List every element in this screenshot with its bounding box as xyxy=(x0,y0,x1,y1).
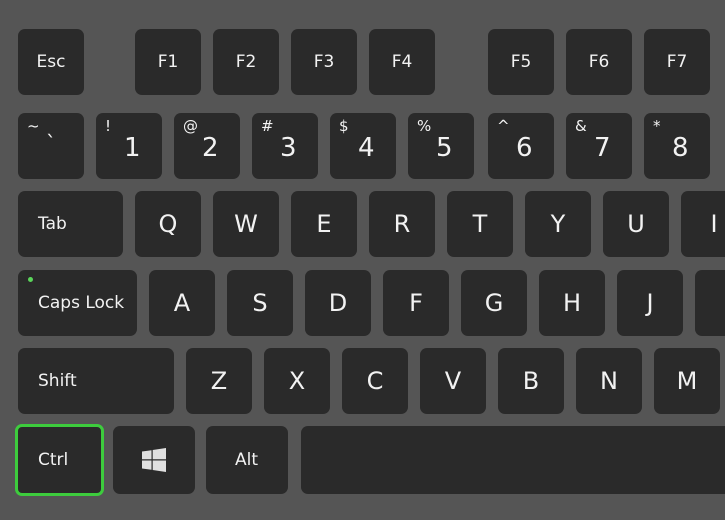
key-x[interactable]: X xyxy=(264,348,330,414)
key-windows[interactable] xyxy=(113,426,195,494)
key-alt[interactable]: Alt xyxy=(206,426,288,494)
key-6[interactable]: ^ 6 xyxy=(488,113,554,179)
key-2[interactable]: @2 xyxy=(174,113,240,179)
key-f2[interactable]: F2 xyxy=(213,29,279,95)
key-n[interactable]: N xyxy=(576,348,642,414)
key-h[interactable]: H xyxy=(539,270,605,336)
key-3[interactable]: #3 xyxy=(252,113,318,179)
key-main-symbol: ` xyxy=(46,131,56,155)
key-main-symbol: 5 xyxy=(436,133,453,163)
key-shift-symbol: $ xyxy=(339,117,349,135)
key-f4[interactable]: F4 xyxy=(369,29,435,95)
key-f6[interactable]: F6 xyxy=(566,29,632,95)
windows-logo-icon xyxy=(142,448,166,472)
key-tab[interactable]: Tab xyxy=(18,191,123,257)
key-label: Caps Lock xyxy=(38,293,125,313)
key-v[interactable]: V xyxy=(420,348,486,414)
key-8[interactable]: * 8 xyxy=(644,113,710,179)
key-w[interactable]: W xyxy=(213,191,279,257)
key-shift-symbol: @ xyxy=(183,117,198,135)
key-j[interactable]: J xyxy=(617,270,683,336)
key-t[interactable]: T xyxy=(447,191,513,257)
key-main-symbol: 1 xyxy=(124,133,141,163)
key-esc[interactable]: Esc xyxy=(18,29,84,95)
key-f5[interactable]: F5 xyxy=(488,29,554,95)
key-q[interactable]: Q xyxy=(135,191,201,257)
key-main-symbol: 4 xyxy=(358,133,375,163)
key-5[interactable]: % 5 xyxy=(408,113,474,179)
key-main-symbol: 2 xyxy=(202,133,219,163)
key-shift-symbol: ! xyxy=(105,117,112,135)
key-a[interactable]: A xyxy=(149,270,215,336)
key-s[interactable]: S xyxy=(227,270,293,336)
key-shift-symbol: ^ xyxy=(497,117,510,135)
key-i[interactable]: I xyxy=(681,191,725,257)
key-d[interactable]: D xyxy=(305,270,371,336)
key-y[interactable]: Y xyxy=(525,191,591,257)
key-4[interactable]: $4 xyxy=(330,113,396,179)
key-backtick[interactable]: ~ ` xyxy=(18,113,84,179)
key-main-symbol: 8 xyxy=(672,133,689,163)
key-f7[interactable]: F7 xyxy=(644,29,710,95)
key-space[interactable] xyxy=(301,426,725,494)
key-main-symbol: 7 xyxy=(594,133,611,163)
key-shift-symbol: # xyxy=(261,117,274,135)
key-1[interactable]: ! 1 xyxy=(96,113,162,179)
key-z[interactable]: Z xyxy=(186,348,252,414)
key-shift-symbol: ~ xyxy=(27,117,40,135)
key-m[interactable]: M xyxy=(654,348,720,414)
key-ctrl[interactable]: Ctrl xyxy=(15,424,104,496)
key-r[interactable]: R xyxy=(369,191,435,257)
key-f3[interactable]: F3 xyxy=(291,29,357,95)
key-caps-lock[interactable]: Caps Lock xyxy=(18,270,137,336)
key-g[interactable]: G xyxy=(461,270,527,336)
key-u[interactable]: U xyxy=(603,191,669,257)
key-e[interactable]: E xyxy=(291,191,357,257)
key-c[interactable]: C xyxy=(342,348,408,414)
key-7[interactable]: & 7 xyxy=(566,113,632,179)
key-f1[interactable]: F1 xyxy=(135,29,201,95)
key-shift-symbol: * xyxy=(653,117,661,135)
caps-lock-indicator xyxy=(28,277,33,282)
key-shift[interactable]: Shift xyxy=(18,348,174,414)
key-f[interactable]: F xyxy=(383,270,449,336)
key-main-symbol: 6 xyxy=(516,133,533,163)
key-main-symbol: 3 xyxy=(280,133,297,163)
key-shift-symbol: & xyxy=(575,117,587,135)
key-shift-symbol: % xyxy=(417,117,432,135)
key-k[interactable] xyxy=(695,270,725,336)
key-b[interactable]: B xyxy=(498,348,564,414)
